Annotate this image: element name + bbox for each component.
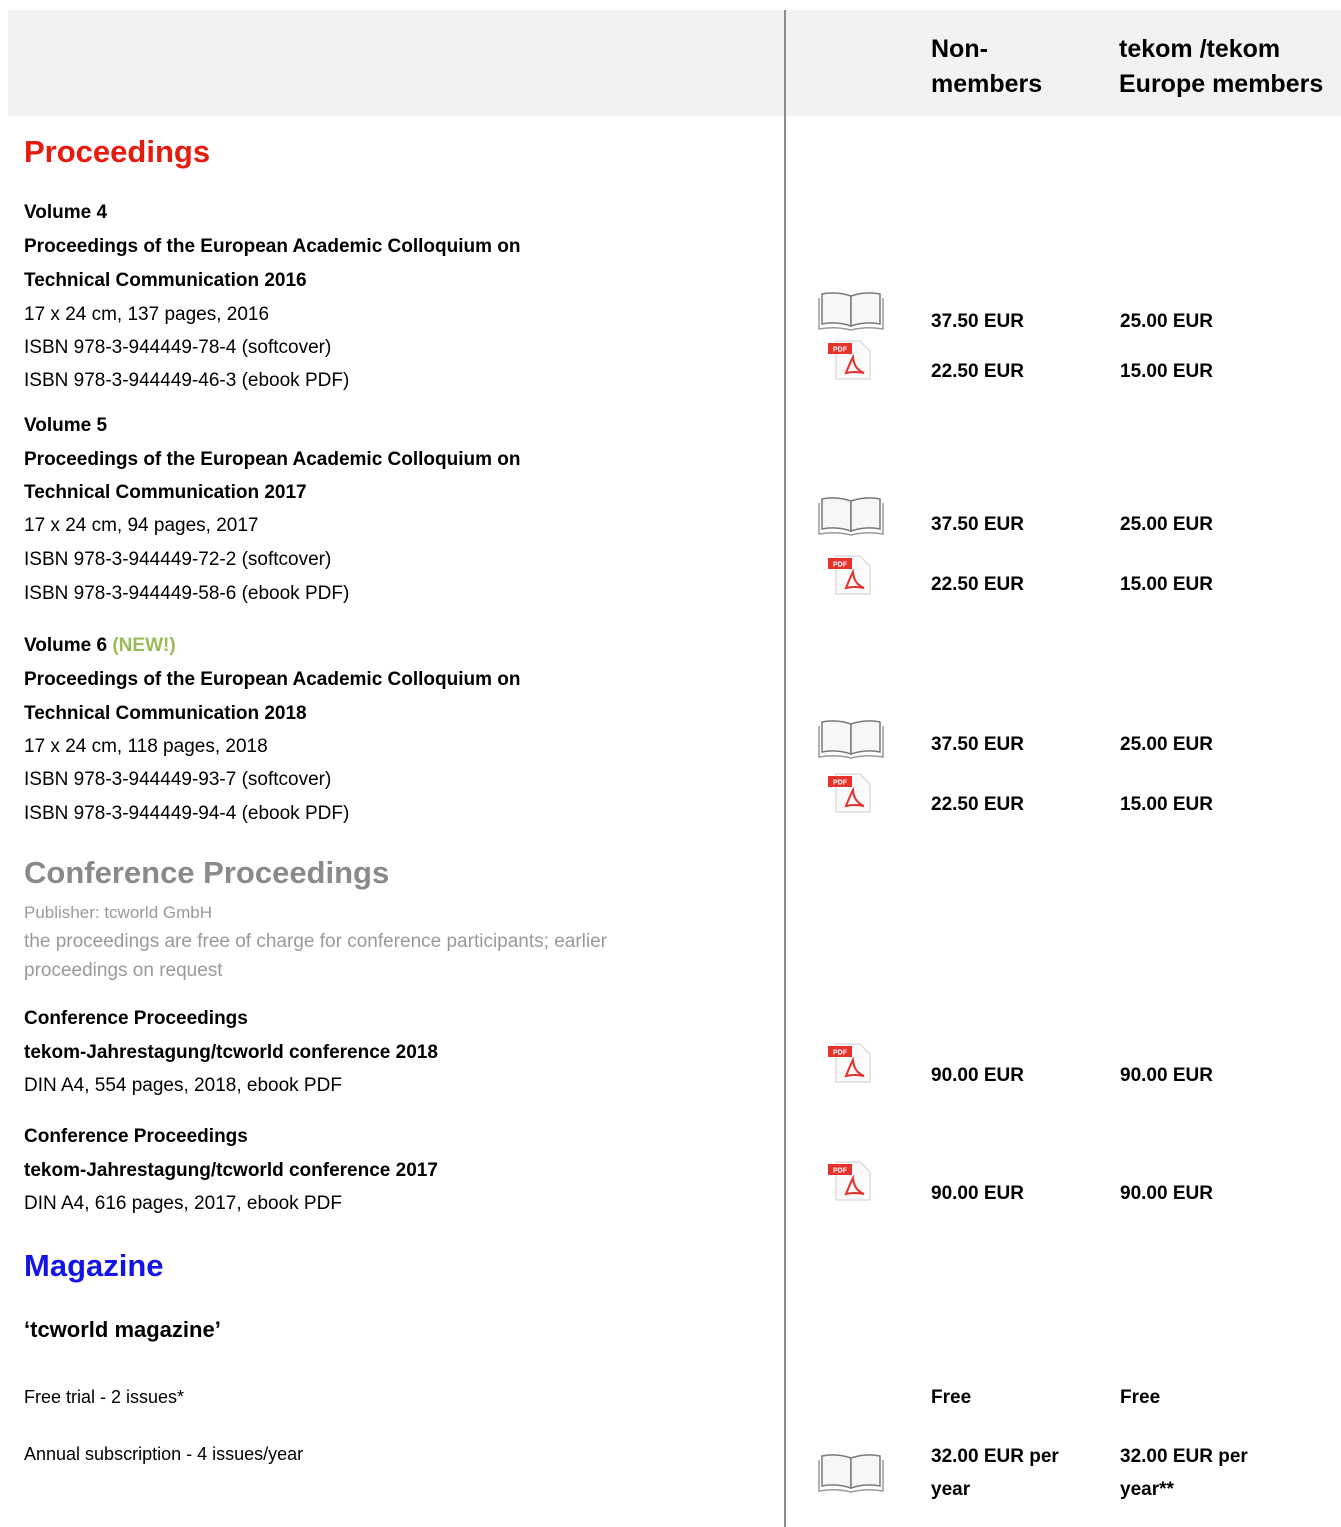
volume-isbn-softcover: ISBN 978-3-944449-78-4 (softcover) — [24, 337, 332, 358]
price-vol6-pdf-member: 15.00 EUR — [1120, 794, 1213, 815]
conference-item-label: Conference Proceedings — [24, 1008, 248, 1029]
header-members-line1: tekom /tekom — [1119, 35, 1281, 63]
price-annual-member-line2: year** — [1120, 1479, 1174, 1500]
pdf-file-icon: PDF — [828, 773, 871, 813]
pdf-file-icon: PDF — [828, 1161, 871, 1201]
magazine-trial: Free trial - 2 issues* — [24, 1387, 185, 1407]
price-annual-nonmember-line1: 32.00 EUR per — [931, 1446, 1059, 1467]
volume-details: 17 x 24 cm, 94 pages, 2017 — [24, 515, 259, 536]
header-nonmembers-line1: Non- — [931, 35, 988, 63]
price-trial-nonmember: Free — [931, 1387, 972, 1408]
volume-name-line2: Technical Communication 2017 — [24, 482, 307, 503]
open-book-icon — [818, 497, 884, 536]
conference-item-details: DIN A4, 554 pages, 2018, ebook PDF — [24, 1075, 342, 1096]
price-vol6-softcover-nonmember: 37.50 EUR — [931, 734, 1024, 755]
header-members-line2: Europe members — [1119, 70, 1324, 98]
volume-name-line2: Technical Communication 2018 — [24, 703, 307, 724]
header-nonmembers-line2: members — [931, 70, 1043, 98]
section-title-proceedings: Proceedings — [24, 134, 211, 169]
header-nonmembers: Non- members — [931, 32, 1042, 102]
svg-text:PDF: PDF — [833, 347, 848, 354]
volume-isbn-pdf: ISBN 978-3-944449-46-3 (ebook PDF) — [24, 370, 350, 391]
price-annual-member-line1: 32.00 EUR per — [1120, 1446, 1248, 1467]
volume-details: 17 x 24 cm, 137 pages, 2016 — [24, 304, 270, 325]
volume-title: Volume 5 — [24, 415, 108, 436]
svg-text:PDF: PDF — [833, 562, 848, 569]
volume-name-line2: Technical Communication 2016 — [24, 270, 307, 291]
volume-name-line1: Proceedings of the European Academic Col… — [24, 669, 521, 690]
price-conf2018-member: 90.00 EUR — [1120, 1065, 1213, 1086]
price-conf2017-member: 90.00 EUR — [1120, 1183, 1213, 1204]
svg-text:PDF: PDF — [833, 1168, 848, 1175]
open-book-icon — [818, 1454, 884, 1493]
volume-name-line1: Proceedings of the European Academic Col… — [24, 449, 521, 470]
open-book-icon — [818, 720, 884, 759]
column-divider — [784, 10, 786, 1527]
conference-note-line2: proceedings on request — [24, 960, 223, 981]
price-vol6-pdf-nonmember: 22.50 EUR — [931, 794, 1024, 815]
volume-details: 17 x 24 cm, 118 pages, 2018 — [24, 736, 268, 757]
price-vol4-softcover-member: 25.00 EUR — [1120, 311, 1213, 332]
new-badge: (NEW!) — [112, 635, 176, 656]
volume-isbn-softcover: ISBN 978-3-944449-72-2 (softcover) — [24, 549, 332, 570]
header-members: tekom /tekom Europe members — [1119, 32, 1323, 102]
svg-text:PDF: PDF — [833, 780, 848, 787]
volume-isbn-softcover: ISBN 978-3-944449-93-7 (softcover) — [24, 769, 332, 790]
conference-note-line1: the proceedings are free of charge for c… — [24, 931, 607, 952]
publisher-note: Publisher: tcworld GmbH — [24, 903, 213, 922]
conference-item-details: DIN A4, 616 pages, 2017, ebook PDF — [24, 1193, 342, 1214]
open-book-icon — [818, 292, 884, 331]
price-vol6-softcover-member: 25.00 EUR — [1120, 734, 1213, 755]
volume-isbn-pdf: ISBN 978-3-944449-94-4 (ebook PDF) — [24, 803, 350, 824]
section-title-conference: Conference Proceedings — [24, 855, 390, 890]
volume-name-line1: Proceedings of the European Academic Col… — [24, 236, 521, 257]
price-vol5-pdf-nonmember: 22.50 EUR — [931, 574, 1024, 595]
volume-label: Volume 6 — [24, 635, 108, 656]
price-trial-member: Free — [1120, 1387, 1161, 1408]
price-vol5-pdf-member: 15.00 EUR — [1120, 574, 1213, 595]
conference-item-name: tekom-Jahrestagung/tcworld conference 20… — [24, 1042, 438, 1063]
price-vol4-pdf-nonmember: 22.50 EUR — [931, 361, 1024, 382]
price-conf2017-nonmember: 90.00 EUR — [931, 1183, 1024, 1204]
price-vol5-softcover-member: 25.00 EUR — [1120, 514, 1213, 535]
price-conf2018-nonmember: 90.00 EUR — [931, 1065, 1024, 1086]
section-title-magazine: Magazine — [24, 1248, 164, 1283]
volume-title: Volume 4 — [24, 202, 108, 223]
conference-item-name: tekom-Jahrestagung/tcworld conference 20… — [24, 1160, 438, 1181]
pdf-file-icon: PDF — [828, 555, 871, 595]
volume-isbn-pdf: ISBN 978-3-944449-58-6 (ebook PDF) — [24, 583, 350, 604]
magazine-name: ‘tcworld magazine’ — [24, 1317, 221, 1342]
svg-text:PDF: PDF — [833, 1050, 848, 1057]
magazine-annual: Annual subscription - 4 issues/year — [24, 1444, 304, 1464]
price-annual-nonmember-line2: year — [931, 1479, 971, 1500]
conference-item-label: Conference Proceedings — [24, 1126, 248, 1147]
volume-title: Volume 6 (NEW!) — [24, 629, 176, 662]
price-vol4-softcover-nonmember: 37.50 EUR — [931, 311, 1024, 332]
price-annual-nonmember: 32.00 EUR per year — [931, 1440, 1059, 1506]
price-vol5-softcover-nonmember: 37.50 EUR — [931, 514, 1024, 535]
price-annual-member: 32.00 EUR per year** — [1120, 1440, 1248, 1506]
price-list-page: Non- members tekom /tekom Europe members… — [0, 0, 1341, 1527]
pdf-file-icon: PDF — [828, 340, 871, 380]
price-vol4-pdf-member: 15.00 EUR — [1120, 361, 1213, 382]
pdf-file-icon: PDF — [828, 1043, 871, 1083]
